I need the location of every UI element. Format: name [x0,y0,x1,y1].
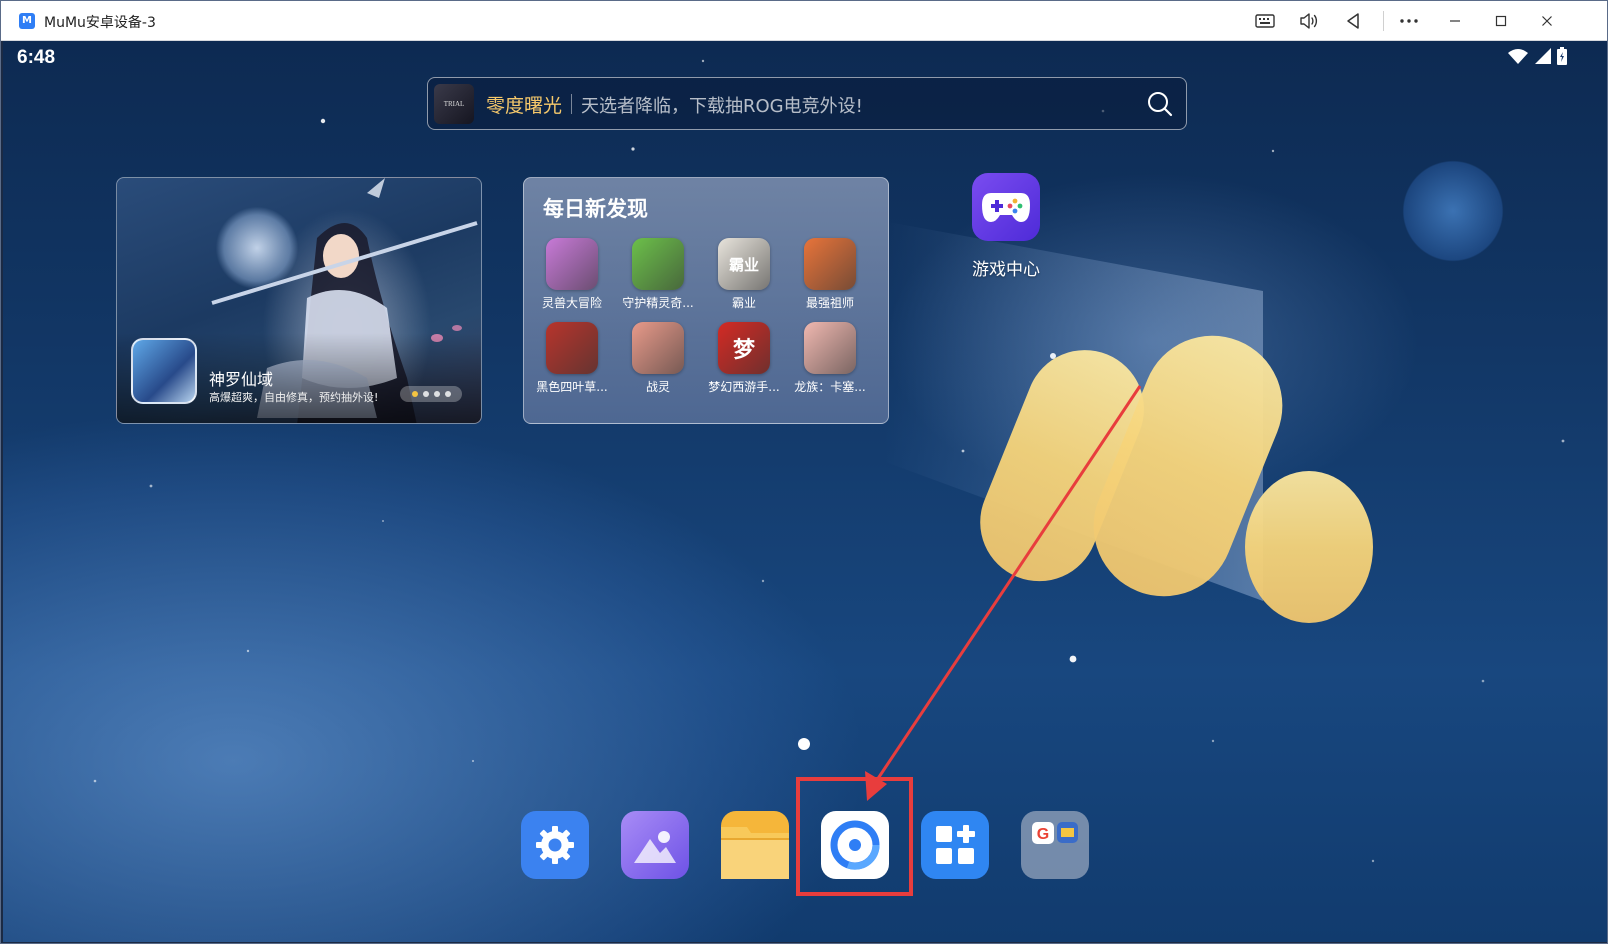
back-triangle-icon [1347,13,1359,29]
keyboard-button[interactable] [1249,7,1281,35]
minimize-icon [1450,20,1460,22]
ellipsis-icon [1400,19,1418,23]
minimize-button[interactable] [1439,7,1471,35]
window-title: MuMu安卓设备-3 [44,15,156,31]
back-button[interactable] [1337,7,1369,35]
close-button[interactable] [1531,7,1563,35]
more-button[interactable] [1393,7,1425,35]
maximize-button[interactable] [1485,7,1517,35]
titlebar-separator [1383,11,1384,31]
close-icon [1542,16,1552,26]
maximize-icon [1495,15,1507,27]
speaker-icon [1300,13,1318,29]
emulator-window: M MuMu安卓设备-3 6:48 TRIAL 零度曙光 天选者降临，下载抽RO… [0,0,1608,944]
mumu-logo-icon: M [19,13,35,29]
keyboard-icon [1255,14,1275,28]
volume-button[interactable] [1293,7,1325,35]
android-home-screen: 6:48 TRIAL 零度曙光 天选者降临，下载抽ROG电竞外设! 神罗仙域 高… [3,41,1607,942]
annotation-arrow [865,385,1142,801]
title-bar: M MuMu安卓设备-3 [1,1,1607,41]
